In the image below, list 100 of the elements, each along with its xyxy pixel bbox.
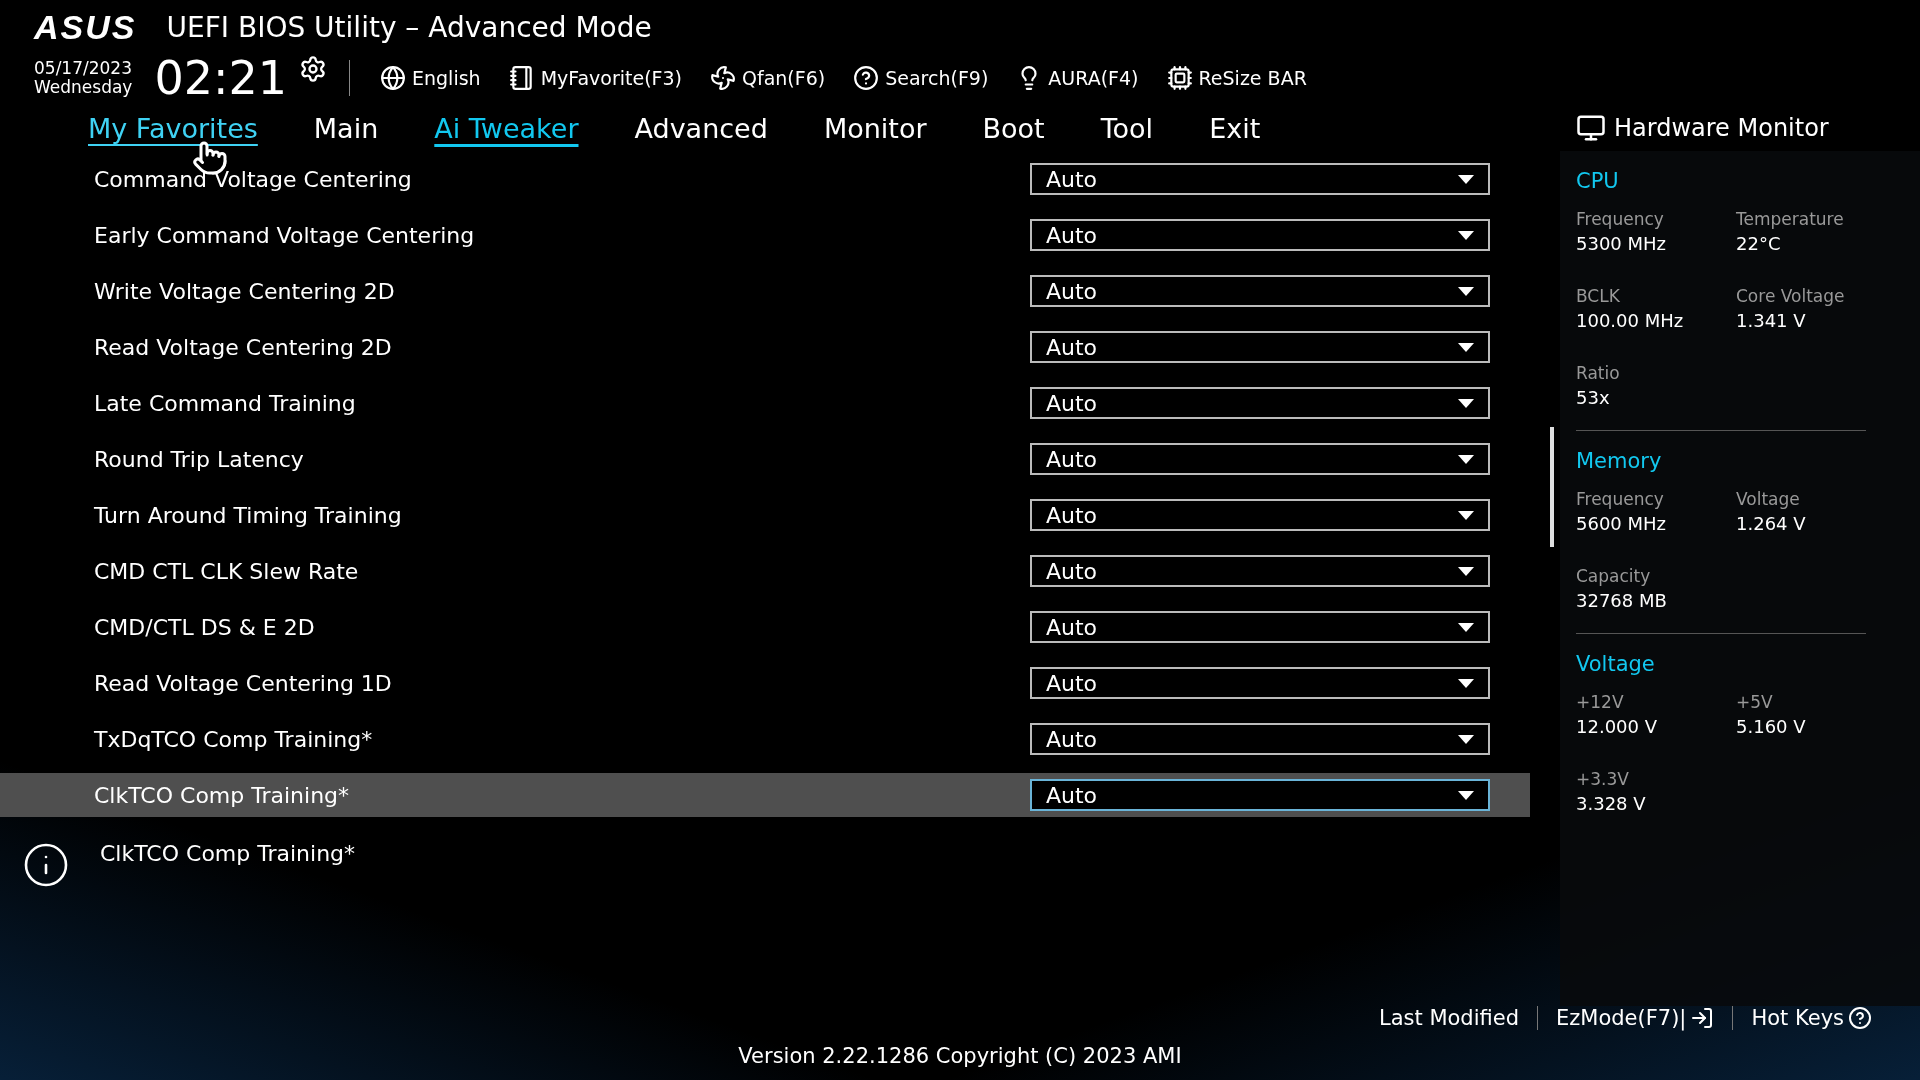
- menu-tab[interactable]: Boot: [954, 112, 1073, 144]
- stat-value: 5300 MHz: [1576, 233, 1668, 254]
- stat-value: 1.341 V: [1736, 310, 1807, 331]
- stat-value: 32768 MB: [1576, 590, 1668, 611]
- setting-row[interactable]: Command Voltage Centering Auto: [0, 157, 1530, 201]
- dropdown[interactable]: Auto: [1030, 387, 1490, 419]
- stat-label: Frequency: [1576, 489, 1665, 509]
- dropdown[interactable]: Auto: [1030, 723, 1490, 755]
- caret-icon: [1458, 398, 1474, 408]
- setting-label: Command Voltage Centering: [94, 166, 412, 192]
- dropdown[interactable]: Auto: [1030, 275, 1490, 307]
- setting-label: ClkTCO Comp Training*: [94, 782, 350, 808]
- dropdown[interactable]: Auto: [1030, 779, 1490, 811]
- setting-row[interactable]: Round Trip Latency Auto: [0, 437, 1530, 481]
- stat-value: 100.00 MHz: [1576, 310, 1685, 331]
- toolbar-button[interactable]: MyFavorite(F3): [500, 65, 691, 91]
- stat-value: 5600 MHz: [1576, 513, 1668, 534]
- globe-icon: [380, 65, 406, 91]
- panel-title: Hardware Monitor: [1614, 114, 1829, 142]
- weekday: Wednesday: [34, 78, 133, 97]
- setting-row[interactable]: Read Voltage Centering 1D Auto: [0, 661, 1530, 705]
- setting-row[interactable]: Read Voltage Centering 2D Auto: [0, 325, 1530, 369]
- stat-label: +3.3V: [1576, 769, 1630, 789]
- setting-label: Early Command Voltage Centering: [94, 222, 475, 248]
- setting-label: Read Voltage Centering 2D: [94, 334, 392, 360]
- caret-icon: [1458, 510, 1474, 520]
- help-icon: [853, 65, 880, 91]
- caret-icon: [1458, 678, 1474, 688]
- menu-tab[interactable]: My Favorites: [60, 112, 286, 144]
- setting-label: Round Trip Latency: [94, 446, 304, 472]
- stat-label: Core Voltage: [1736, 286, 1846, 306]
- menu-tab[interactable]: Monitor: [795, 112, 955, 144]
- dropdown[interactable]: Auto: [1030, 163, 1490, 195]
- chip-icon: [1166, 65, 1193, 91]
- stat-value: 3.328 V: [1576, 793, 1647, 814]
- stat-value: 5.160 V: [1736, 716, 1807, 737]
- setting-row[interactable]: Write Voltage Centering 2D Auto: [0, 269, 1530, 313]
- setting-row[interactable]: Late Command Training Auto: [0, 381, 1530, 425]
- menu-tab[interactable]: Ai Tweaker: [406, 112, 607, 144]
- caret-icon: [1458, 566, 1474, 576]
- setting-label: TxDqTCO Comp Training*: [94, 726, 373, 752]
- dropdown[interactable]: Auto: [1030, 443, 1490, 475]
- setting-label: CMD CTL CLK Slew Rate: [94, 558, 359, 584]
- setting-row[interactable]: CMD/CTL DS & E 2D Auto: [0, 605, 1530, 649]
- dropdown[interactable]: Auto: [1030, 499, 1490, 531]
- stat-label: BCLK: [1576, 286, 1621, 306]
- caret-icon: [1458, 454, 1474, 464]
- setting-label: Turn Around Timing Training: [94, 502, 402, 528]
- footer-button[interactable]: Hot Keys: [1732, 1006, 1890, 1030]
- footer-button[interactable]: Last Modified: [1361, 1006, 1537, 1030]
- settings-icon[interactable]: [299, 55, 327, 83]
- menu-tab[interactable]: Tool: [1072, 112, 1182, 144]
- section-title: Memory: [1576, 449, 1663, 473]
- setting-row[interactable]: TxDqTCO Comp Training* Auto: [0, 717, 1530, 761]
- stat-label: Frequency: [1576, 209, 1665, 229]
- date: 05/17/2023: [34, 59, 133, 78]
- fan-icon: [710, 65, 737, 91]
- dropdown[interactable]: Auto: [1030, 611, 1490, 643]
- highlighted-row[interactable]: ClkTCO Comp Training* Auto: [0, 773, 1530, 817]
- dropdown[interactable]: Auto: [1030, 667, 1490, 699]
- caret-icon: [1458, 174, 1474, 184]
- stat-value: 53x: [1576, 387, 1611, 408]
- stat-value: 12.000 V: [1576, 716, 1659, 737]
- menu-tab[interactable]: Main: [285, 112, 407, 144]
- stat-label: +12V: [1576, 692, 1625, 712]
- stat-value: 1.264 V: [1736, 513, 1807, 534]
- toolbar-button[interactable]: ReSize BAR: [1158, 65, 1315, 91]
- stat-label: Voltage: [1736, 489, 1801, 509]
- toolbar-button[interactable]: Qfan(F6): [702, 65, 834, 91]
- dropdown[interactable]: Auto: [1030, 555, 1490, 587]
- dropdown[interactable]: Auto: [1030, 219, 1490, 251]
- caret-icon: [1458, 286, 1474, 296]
- stat-label: +5V: [1736, 692, 1774, 712]
- menu-tab[interactable]: Exit: [1181, 112, 1289, 144]
- version-text: Version 2.22.1286 Copyright (C) 2023 AMI: [738, 1044, 1182, 1068]
- caret-icon: [1458, 230, 1474, 240]
- caret-icon: [1458, 622, 1474, 632]
- footer-button[interactable]: EzMode(F7)|: [1537, 1006, 1733, 1030]
- setting-row[interactable]: Early Command Voltage Centering Auto: [0, 213, 1530, 257]
- scrollbar[interactable]: [1550, 427, 1554, 547]
- setting-label: Read Voltage Centering 1D: [94, 670, 392, 696]
- monitor-icon: [1576, 113, 1606, 143]
- toolbar-button[interactable]: Search(F9): [845, 65, 997, 91]
- clock: 02:21: [154, 51, 287, 105]
- caret-icon: [1458, 790, 1474, 800]
- window-title: UEFI BIOS Utility – Advanced Mode: [166, 11, 652, 44]
- toolbar-button[interactable]: AURA(F4): [1008, 65, 1147, 91]
- section-title: CPU: [1576, 169, 1620, 193]
- setting-label: Write Voltage Centering 2D: [94, 278, 395, 304]
- menu-tab[interactable]: Advanced: [606, 112, 796, 144]
- notebook-icon: [508, 65, 535, 91]
- caret-icon: [1458, 734, 1474, 744]
- help-icon: [1848, 1006, 1872, 1030]
- dropdown[interactable]: Auto: [1030, 331, 1490, 363]
- stat-label: Ratio: [1576, 363, 1621, 383]
- setting-row[interactable]: Turn Around Timing Training Auto: [0, 493, 1530, 537]
- setting-label: CMD/CTL DS & E 2D: [94, 614, 315, 640]
- info-icon: [22, 841, 70, 889]
- toolbar-button[interactable]: English: [372, 65, 489, 91]
- setting-row[interactable]: CMD CTL CLK Slew Rate Auto: [0, 549, 1530, 593]
